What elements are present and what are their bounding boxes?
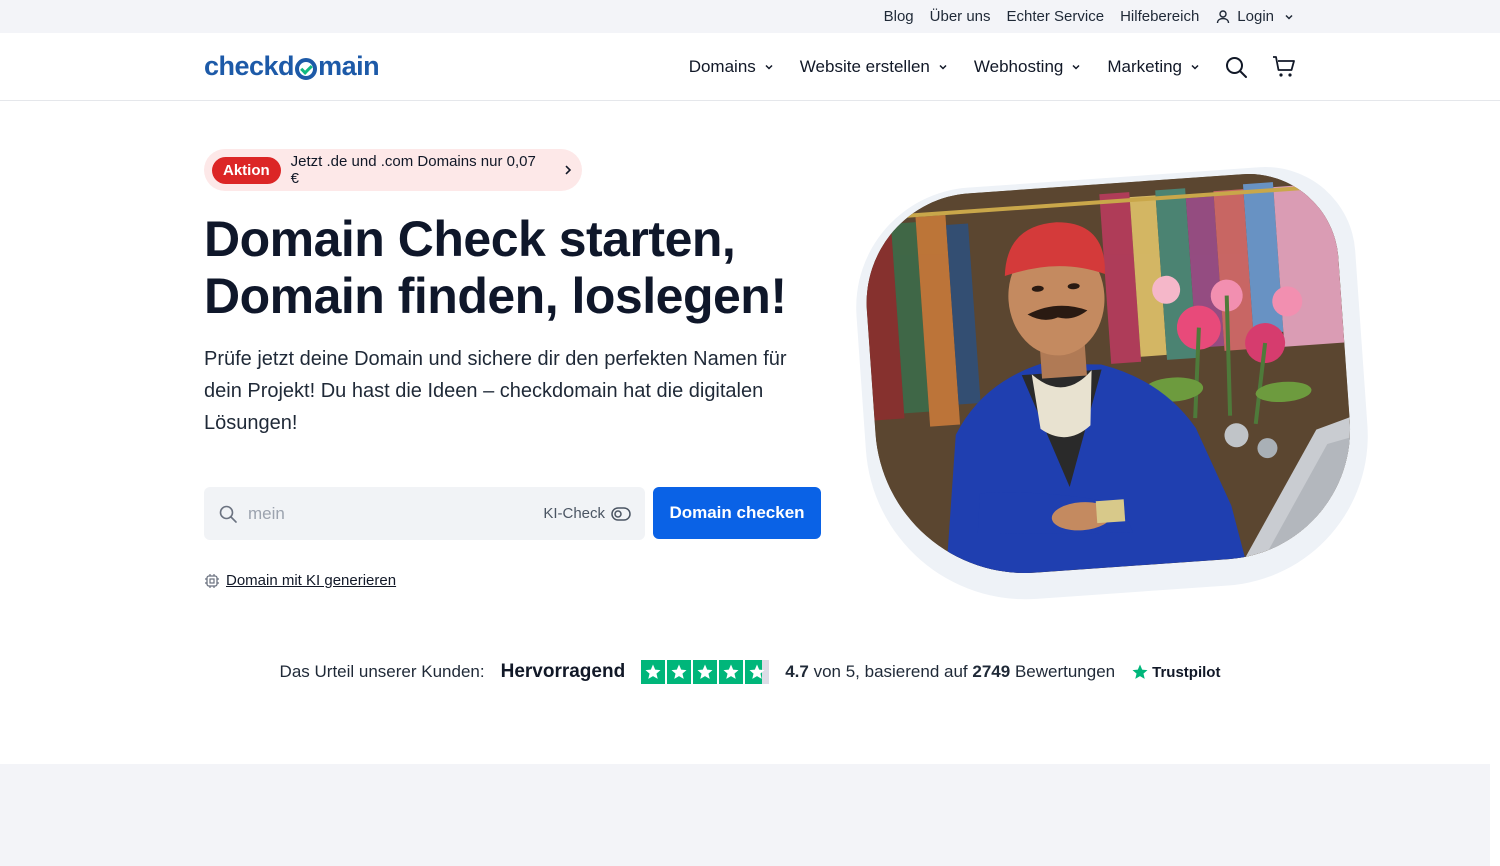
chevron-down-icon [765, 64, 773, 70]
review-count: 2749 [972, 662, 1011, 681]
chip-icon [205, 573, 219, 588]
nav-item-website[interactable]: Website erstellen [800, 57, 948, 77]
logo-check-icon [295, 57, 318, 80]
nav-item-label: Webhosting [973, 57, 1064, 76]
next-section-band [0, 764, 1490, 866]
blog-link[interactable]: Blog [884, 8, 914, 25]
rating-verdict: Hervorragend [500, 661, 626, 682]
login-menu[interactable]: Login [1215, 8, 1294, 25]
chevron-down-icon [1072, 64, 1080, 70]
promo-text: Jetzt .de und .com Domains nur 0,07 € [290, 153, 536, 187]
chevron-down-icon [1285, 14, 1293, 20]
chevron-down-icon [1191, 64, 1199, 70]
utility-links: Blog Über uns Echter Service Hilfebereic… [884, 0, 1294, 33]
about-link[interactable]: Über uns [930, 8, 991, 25]
nav-item-label: Marketing [1107, 57, 1182, 76]
title-line-1: Domain Check starten, [204, 211, 736, 267]
ki-check-toggle[interactable]: KI-Check [543, 505, 631, 522]
domain-search-box: KI-Check [204, 487, 645, 540]
star-icon [693, 660, 718, 684]
promo-banner[interactable]: Aktion Jetzt .de und .com Domains nur 0,… [204, 149, 582, 191]
chevron-down-icon [939, 64, 947, 70]
rating-value: 4.7 [785, 662, 809, 681]
title-line-2: Domain finden, loslegen! [204, 268, 787, 324]
chevron-right-icon [565, 165, 572, 175]
hero-photo [859, 167, 1359, 584]
nav-icons [1224, 33, 1296, 101]
logo-text-suffix: main [318, 51, 380, 81]
rating-stars [641, 660, 770, 684]
user-icon [1217, 9, 1230, 23]
nav-item-domains[interactable]: Domains [689, 57, 774, 77]
trustpilot-star-icon [1132, 664, 1148, 679]
trustpilot-rating: Das Urteil unserer Kunden: Hervorragend … [0, 652, 1500, 692]
service-link[interactable]: Echter Service [1007, 8, 1105, 25]
utility-bar: Blog Über uns Echter Service Hilfebereic… [0, 0, 1500, 33]
hero-photo-illustration [859, 167, 1359, 584]
ki-link-label: Domain mit KI generieren [226, 572, 397, 589]
page-title: Domain Check starten, Domain finden, los… [204, 211, 844, 325]
search-icon[interactable] [1224, 55, 1248, 79]
nav-item-webhosting[interactable]: Webhosting [974, 57, 1081, 77]
checkdomain-logo[interactable]: checkd main [204, 51, 380, 82]
star-icon [719, 660, 744, 684]
ki-check-label: KI-Check [543, 505, 605, 522]
search-icon [219, 505, 237, 523]
main-navigation: checkd main Domains Website erstellen Web… [0, 33, 1500, 101]
reviews-word: Bewertungen [1014, 662, 1116, 681]
star-partial-icon [745, 660, 770, 684]
trustpilot-brand: Trustpilot [1152, 663, 1221, 681]
nav-item-label: Domains [688, 57, 756, 76]
domain-check-button[interactable]: Domain checken [653, 487, 821, 539]
nav-item-label: Website erstellen [799, 57, 930, 76]
hero-subtitle: Prüfe jetzt deine Domain und sichere dir… [204, 348, 787, 434]
toggle-icon [611, 506, 631, 521]
nav-item-marketing[interactable]: Marketing [1107, 57, 1200, 77]
logo-text-prefix: checkd [204, 51, 295, 81]
trustpilot-logo[interactable]: Trustpilot [1131, 663, 1220, 681]
promo-badge: Aktion [212, 156, 281, 184]
rating-summary: 4.7 von 5, basierend auf 2749 Bewertunge… [785, 662, 1115, 682]
rating-intro: Das Urteil unserer Kunden: [279, 662, 485, 681]
nav-menu: Domains Website erstellen Webhosting Mar… [689, 33, 1200, 101]
ki-generate-link[interactable]: Domain mit KI generieren [204, 572, 396, 589]
star-icon [667, 660, 692, 684]
login-label: Login [1237, 8, 1274, 25]
cart-icon[interactable] [1272, 55, 1296, 79]
domain-search-input[interactable] [248, 503, 518, 524]
rating-mid-text: von 5, basierend auf [813, 662, 968, 681]
help-link[interactable]: Hilfebereich [1120, 8, 1199, 25]
star-icon [641, 660, 666, 684]
